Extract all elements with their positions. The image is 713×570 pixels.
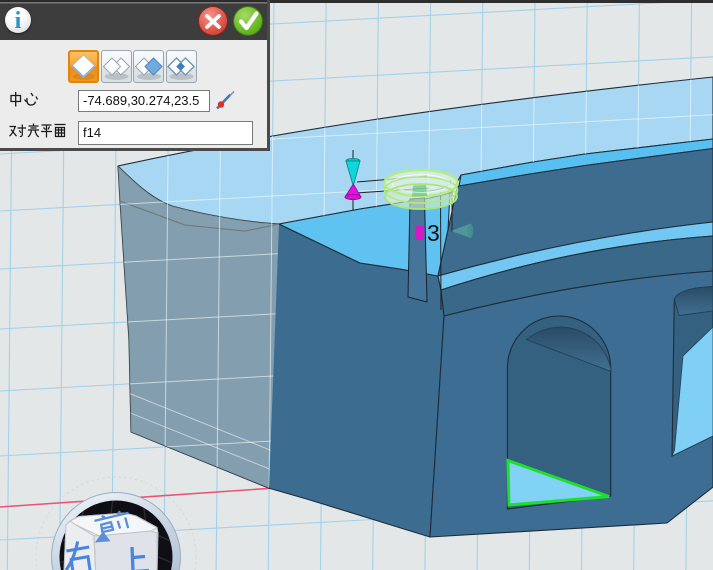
svg-text:3: 3 (427, 220, 440, 246)
